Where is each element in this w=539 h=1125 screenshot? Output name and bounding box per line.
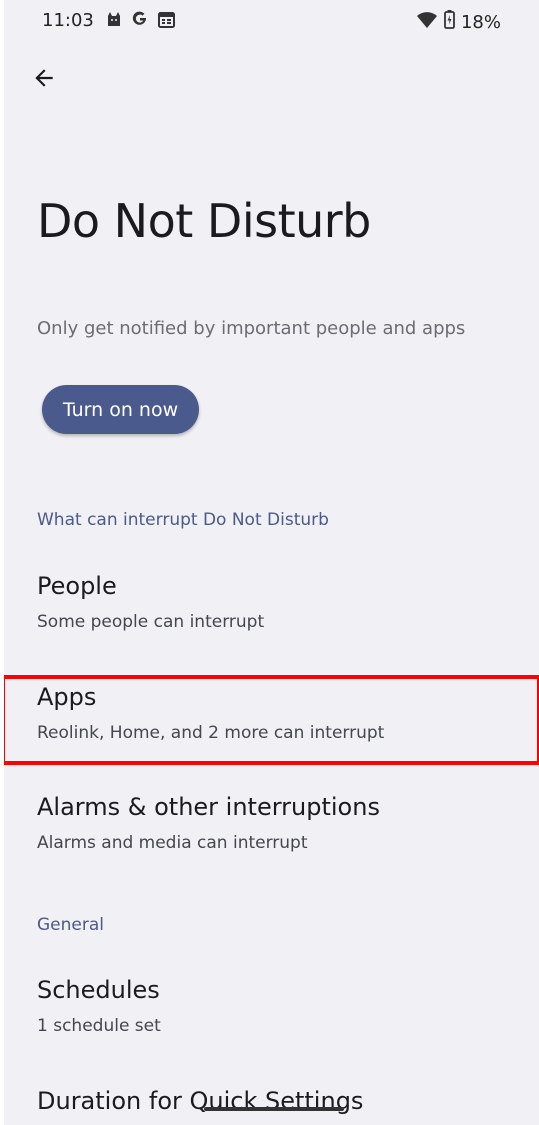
cat-icon [106,11,122,31]
settings-screen: 11:03 18% Do Not Disturb Only get notifi… [4,0,539,1125]
status-time: 11:03 [42,10,94,31]
calendar-icon [158,11,175,32]
people-title: People [37,572,117,600]
alarms-item[interactable]: Alarms & other interruptions Alarms and … [4,793,539,873]
turn-on-now-button[interactable]: Turn on now [42,385,199,434]
schedules-summary: 1 schedule set [37,1016,161,1036]
notification-icons [106,10,175,32]
navigation-handle[interactable] [204,1107,344,1111]
apps-title: Apps [37,683,97,711]
system-icons: 18% [416,10,501,34]
section-header-interrupt: What can interrupt Do Not Disturb [37,510,329,530]
back-arrow-icon [31,65,57,95]
battery-charging-icon [444,10,455,34]
schedules-title: Schedules [37,976,160,1004]
battery-percent: 18% [460,11,501,33]
apps-item[interactable]: Apps Reolink, Home, and 2 more can inter… [4,683,539,763]
alarms-title: Alarms & other interruptions [37,793,380,821]
google-g-icon [131,10,149,32]
apps-summary: Reolink, Home, and 2 more can interrupt [37,723,385,743]
section-header-general: General [37,915,104,935]
people-summary: Some people can interrupt [37,612,265,632]
people-item[interactable]: People Some people can interrupt [4,572,539,652]
alarms-summary: Alarms and media can interrupt [37,833,308,853]
schedules-item[interactable]: Schedules 1 schedule set [4,976,539,1056]
back-button[interactable] [24,60,64,100]
wifi-icon [416,11,438,34]
page-description: Only get notified by important people an… [37,318,466,339]
page-title: Do Not Disturb [37,194,371,248]
duration-item[interactable]: Duration for Quick Settings [4,1087,539,1125]
status-bar: 11:03 18% [4,0,539,42]
